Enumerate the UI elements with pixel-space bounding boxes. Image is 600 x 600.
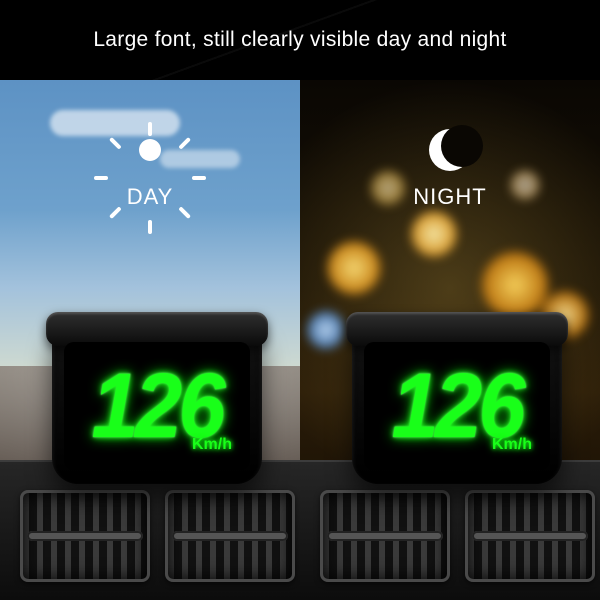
hud-speedometer: 126 Km/h [352, 324, 562, 484]
headline-text: Large font, still clearly visible day an… [93, 28, 506, 52]
ac-vent [320, 490, 450, 582]
ac-vent [165, 490, 295, 582]
night-panel: NIGHT 126 Km/h [300, 80, 600, 600]
speed-unit: Km/h [492, 436, 532, 454]
night-condition: NIGHT [300, 122, 600, 210]
product-comparison-graphic: Large font, still clearly visible day an… [0, 0, 600, 600]
speed-unit: Km/h [192, 436, 232, 454]
day-condition: DAY [0, 122, 300, 210]
night-label: NIGHT [300, 184, 600, 210]
headline-bar: Large font, still clearly visible day an… [0, 0, 600, 80]
moon-icon [422, 122, 478, 178]
hud-speedometer: 126 Km/h [52, 324, 262, 484]
hud-screen: 126 Km/h [64, 342, 250, 470]
ac-vent [465, 490, 595, 582]
day-label: DAY [0, 184, 300, 210]
hud-hood [46, 312, 268, 346]
sun-icon [122, 122, 178, 178]
hud-screen: 126 Km/h [364, 342, 550, 470]
ac-vent [20, 490, 150, 582]
hud-hood [346, 312, 568, 346]
day-night-split: DAY 126 Km/h [0, 80, 600, 600]
day-panel: DAY 126 Km/h [0, 80, 300, 600]
